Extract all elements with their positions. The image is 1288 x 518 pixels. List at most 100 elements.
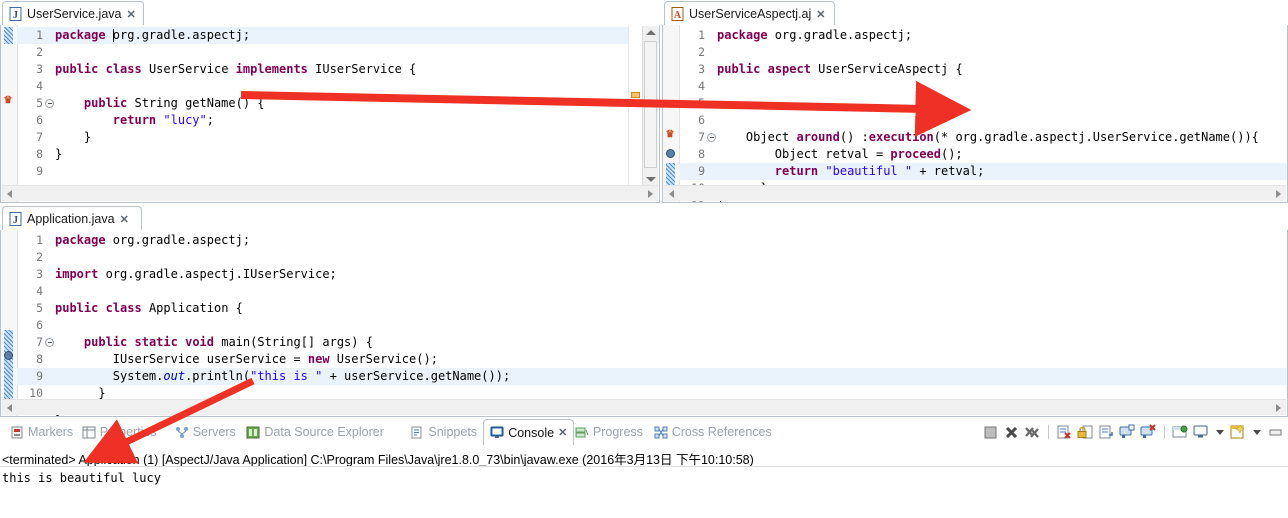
editor-user-service-java[interactable]: J UserService.java ✕ ♛ 1 package org.grad… xyxy=(0,0,660,203)
scroll-right-icon[interactable] xyxy=(648,190,653,198)
terminate-button[interactable] xyxy=(982,424,999,441)
view-tab-snippets[interactable]: Snippets xyxy=(404,420,483,444)
console-output-area[interactable]: <terminated> Application (1) [AspectJ/Ja… xyxy=(0,445,1288,518)
show-console-on-output-button[interactable] xyxy=(1119,424,1136,441)
code-line[interactable]: 8} xyxy=(17,146,659,163)
display-selected-console-button[interactable] xyxy=(1193,424,1210,441)
code-line[interactable]: 5 public class Application { xyxy=(17,300,1287,317)
editor-user-service-aspect[interactable]: A UserServiceAspectj.aj ✕ ♛ 1 package org… xyxy=(662,0,1288,203)
dropdown-caret-icon[interactable] xyxy=(1216,429,1224,435)
code-line[interactable]: 2 xyxy=(679,44,1287,61)
code-line[interactable]: 4 xyxy=(679,78,1287,95)
marker-gutter-left[interactable]: ♛ xyxy=(1,25,18,202)
vertical-scrollbar-left[interactable] xyxy=(642,26,658,186)
tab-user-service-java[interactable]: J UserService.java ✕ xyxy=(2,1,144,26)
fold-collapse-icon[interactable] xyxy=(45,338,54,347)
scroll-right-icon[interactable] xyxy=(1276,190,1281,198)
minimize-view-button[interactable] xyxy=(1267,424,1284,441)
pin-console-button[interactable] xyxy=(1172,424,1189,441)
view-tab-markers[interactable]: Markers xyxy=(4,420,79,444)
code-line[interactable]: 2 xyxy=(17,44,659,61)
close-icon[interactable]: ✕ xyxy=(816,8,825,21)
scroll-down-icon[interactable] xyxy=(646,177,656,182)
code-line[interactable]: 9 xyxy=(17,163,659,180)
code-line[interactable]: 4 xyxy=(17,78,659,95)
view-tab-data-source-explorer[interactable]: Data Source Explorer xyxy=(240,420,390,444)
code-line[interactable]: 9 System.out.println("this is " + userSe… xyxy=(17,368,1287,385)
remove-all-terminated-button[interactable] xyxy=(1024,424,1041,441)
close-icon[interactable]: ✕ xyxy=(120,213,129,226)
view-tab-progress[interactable]: Progress xyxy=(569,420,649,444)
code-line[interactable]: 5 xyxy=(679,95,1287,112)
scroll-lock-button[interactable] xyxy=(1077,424,1094,441)
marker-gutter-right[interactable]: ♛ xyxy=(663,25,680,202)
marker-gutter-bottom[interactable] xyxy=(1,230,18,416)
editor-tabbar-bottom: J Application.java ✕ xyxy=(0,205,1288,231)
code-line[interactable]: 1 package org.gradle.aspectj; xyxy=(679,27,1287,44)
vertical-scroll-thumb[interactable] xyxy=(644,41,657,168)
remove-launch-button[interactable] xyxy=(1003,424,1020,441)
code-line[interactable]: 8 Object retval = proceed(); xyxy=(679,146,1287,163)
code-lines-left[interactable]: 1 package org.gradle.aspectj; 2 3 public cla… xyxy=(17,25,659,202)
aspectj-advice-icon[interactable]: ♛ xyxy=(2,95,14,107)
code-line[interactable]: 6 xyxy=(679,112,1287,129)
overview-marker[interactable] xyxy=(631,92,640,98)
editor-application-java[interactable]: J Application.java ✕ 1 package org.gradle… xyxy=(0,205,1288,417)
horizontal-scrollbar-left[interactable] xyxy=(2,185,658,201)
code-line[interactable]: 8 IUserService userService = new UserSer… xyxy=(17,351,1287,368)
fold-collapse-icon[interactable] xyxy=(45,99,54,108)
fold-collapse-icon[interactable] xyxy=(707,133,716,142)
close-icon[interactable]: ✕ xyxy=(558,426,567,439)
code-line[interactable]: 7 public static void main(String[] args)… xyxy=(17,334,1287,351)
view-tab-servers[interactable]: Servers xyxy=(169,420,242,444)
scroll-left-icon[interactable] xyxy=(7,404,12,412)
properties-icon xyxy=(82,426,96,439)
overview-ruler-left[interactable] xyxy=(628,26,643,186)
dropdown-caret-icon[interactable] xyxy=(1253,429,1261,435)
tab-user-service-aspectj-aj[interactable]: A UserServiceAspectj.aj ✕ xyxy=(664,1,835,26)
advice-marker-dot[interactable] xyxy=(4,351,13,360)
editor-body-left[interactable]: ♛ 1 package org.gradle.aspectj; 2 3 public c… xyxy=(0,25,660,203)
open-console-button[interactable] xyxy=(1230,423,1247,441)
code-line[interactable]: 4 xyxy=(17,283,1287,300)
scroll-left-icon[interactable] xyxy=(7,190,12,198)
code-line[interactable]: 6 return "lucy"; xyxy=(17,112,659,129)
scroll-right-icon[interactable] xyxy=(1276,404,1281,412)
horizontal-scrollbar-bottom[interactable] xyxy=(2,399,1286,415)
code-text: Object retval = proceed(); xyxy=(717,147,963,161)
view-tab-properties[interactable]: Properties xyxy=(76,420,163,444)
svg-text:A: A xyxy=(674,10,682,21)
code-lines-right[interactable]: 1 package org.gradle.aspectj; 2 3 public asp… xyxy=(679,25,1287,202)
code-line[interactable]: 9 return "beautiful " + retval; xyxy=(679,163,1287,180)
line-number: 8 xyxy=(36,147,43,161)
show-console-on-error-button[interactable] xyxy=(1140,423,1157,441)
editor-body-right[interactable]: ♛ 1 package org.gradle.aspectj; 2 3 public a… xyxy=(662,25,1288,203)
advice-marker-dot[interactable] xyxy=(666,149,675,158)
scroll-left-icon[interactable] xyxy=(669,190,674,198)
clear-console-button[interactable] xyxy=(1056,424,1073,441)
code-line[interactable]: 6 xyxy=(17,317,1287,334)
code-line[interactable]: 3 public class UserService implements IUs… xyxy=(17,61,659,78)
code-line[interactable]: 3 import org.gradle.aspectj.IUserService; xyxy=(17,266,1287,283)
bottom-view-stack[interactable]: Markers Properties Servers Data Source Expl… xyxy=(0,418,1288,518)
view-tab-cross-references[interactable]: Cross References xyxy=(648,420,778,444)
code-line[interactable]: 3 public aspect UserServiceAspectj { xyxy=(679,61,1287,78)
code-line[interactable]: 2 xyxy=(17,249,1287,266)
code-line[interactable]: 7 Object around() :execution(* org.gradl… xyxy=(679,129,1287,146)
code-line[interactable]: 1 package org.gradle.aspectj; xyxy=(17,232,1287,249)
editor-body-bottom[interactable]: 1 package org.gradle.aspectj; 2 3 import org… xyxy=(0,230,1288,417)
code-lines-bottom[interactable]: 1 package org.gradle.aspectj; 2 3 import org… xyxy=(17,230,1287,416)
close-icon[interactable]: ✕ xyxy=(126,8,135,21)
console-toolbar[interactable] xyxy=(982,421,1284,443)
horizontal-scrollbar-right[interactable] xyxy=(664,185,1286,201)
line-number: 3 xyxy=(36,62,43,76)
view-tab-console[interactable]: Console ✕ xyxy=(483,419,575,445)
code-line[interactable]: 5 public String getName() { xyxy=(17,95,659,112)
scroll-up-icon[interactable] xyxy=(646,30,656,35)
code-line[interactable]: 1 package org.gradle.aspectj; xyxy=(17,27,659,44)
aspectj-advice-icon[interactable]: ♛ xyxy=(664,129,676,141)
word-wrap-button[interactable] xyxy=(1098,424,1115,441)
code-line[interactable]: 7 } xyxy=(17,129,659,146)
tab-application-java[interactable]: J Application.java ✕ xyxy=(2,206,142,231)
code-text: package org.gradle.aspectj; xyxy=(55,28,251,42)
